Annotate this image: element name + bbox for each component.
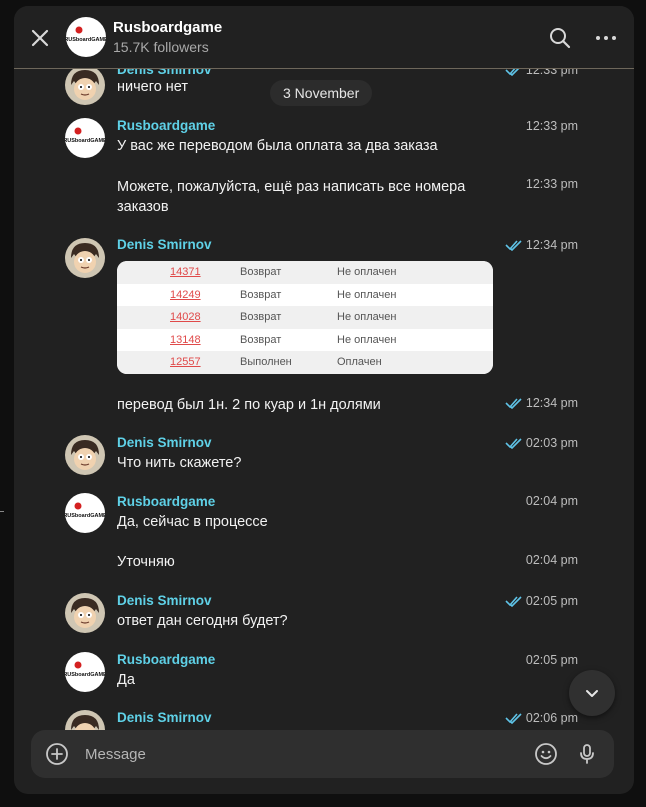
chat-window: Denis Smirnov ничего нет 12:33 pm RUSboa… [14,6,634,794]
message-text: Уточняю [117,554,175,570]
denis-avatar[interactable] [65,593,105,633]
read-check-icon [505,713,522,724]
message-sender: Rusboardgame [117,494,216,509]
message-text: Можете, пожалуйста, ещё раз написать все… [117,179,466,215]
order-row: 14028 Возврат Не оплачен [117,306,493,329]
message-time: 12:34 pm [505,238,578,252]
rusboardgame-avatar[interactable]: RUSboardGAME [65,118,105,158]
message-composer [31,730,614,778]
chat-header: RUSboardGAME Rusboardgame 15.7K follower… [14,6,634,69]
order-payment: Не оплачен [337,288,397,301]
message-time: 02:06 pm [505,711,578,725]
search-icon[interactable] [548,26,572,50]
order-id: 14249 [170,288,201,301]
message-time: 02:05 pm [525,653,578,667]
read-check-icon [505,438,522,449]
date-separator: 3 November [270,80,373,106]
message-input[interactable] [85,742,515,766]
order-row: 14371 Возврат Не оплачен [117,261,493,284]
logo-text: RUSboardGAME [66,37,106,43]
followers-count: 15.7K followers [113,39,209,55]
message-text: Да [117,672,135,688]
read-check-icon [505,596,522,607]
order-row: 12557 Выполнен Оплачен [117,351,493,374]
order-id: 12557 [170,356,201,369]
channel-avatar[interactable]: RUSboardGAME [66,17,106,57]
message-text: У вас же переводом была оплата за два за… [117,138,438,154]
message-time: 12:33 pm [525,119,578,133]
chevron-down-icon [586,690,598,697]
order-payment: Не оплачен [337,311,397,324]
message-sender: Rusboardgame [117,118,216,133]
close-icon[interactable] [28,26,52,50]
order-table-image[interactable]: 14371 Возврат Не оплачен 14249 Возврат Н… [117,261,493,374]
denis-avatar[interactable] [65,435,105,475]
order-row: 14249 Возврат Не оплачен [117,283,493,306]
logo-text: RUSboardGAME [65,513,105,519]
message-sender: Denis Smirnov [117,593,212,608]
read-check-icon [505,398,522,409]
edge-marker [0,511,4,512]
message-list[interactable]: Denis Smirnov ничего нет 12:33 pm RUSboa… [14,6,634,794]
more-icon[interactable] [594,26,618,50]
message-sender: Rusboardgame [117,652,216,667]
order-status: Выполнен [240,356,292,369]
denis-avatar[interactable] [65,65,105,105]
order-payment: Оплачен [337,356,382,369]
order-id: 14028 [170,311,201,324]
order-id: 14371 [170,266,201,279]
order-id: 13148 [170,333,201,346]
order-payment: Не оплачен [337,266,397,279]
message-sender: Denis Smirnov [117,435,212,450]
message-text: ответ дан сегодня будет? [117,613,288,629]
emoji-icon[interactable] [534,742,558,766]
order-payment: Не оплачен [337,333,397,346]
logo-text: RUSboardGAME [65,138,105,144]
scroll-down-button[interactable] [569,670,615,716]
message-sender: Denis Smirnov [117,710,212,725]
order-status: Возврат [240,311,282,324]
denis-avatar[interactable] [65,238,105,278]
message-sender: Denis Smirnov [117,237,212,252]
message-text: Что нить скажете? [117,455,242,471]
message-time: 12:34 pm [505,396,578,410]
rusboardgame-avatar[interactable]: RUSboardGAME [65,493,105,533]
order-row: 13148 Возврат Не оплачен [117,328,493,351]
message-time: 02:03 pm [505,436,578,450]
channel-name[interactable]: Rusboardgame [113,19,222,36]
message-text: перевод был 1н. 2 по куар и 1н долями [117,397,381,413]
message-time: 12:33 pm [525,177,578,191]
logo-text: RUSboardGAME [65,672,105,678]
microphone-icon[interactable] [575,742,599,766]
message-time: 02:05 pm [505,594,578,608]
add-circle-icon[interactable] [45,742,69,766]
message-time: 02:04 pm [525,553,578,567]
read-check-icon [505,240,522,251]
order-status: Возврат [240,288,282,301]
rusboardgame-avatar[interactable]: RUSboardGAME [65,652,105,692]
order-status: Возврат [240,266,282,279]
order-status: Возврат [240,333,282,346]
message-time: 02:04 pm [525,494,578,508]
message-text: Да, сейчас в процессе [117,514,268,530]
